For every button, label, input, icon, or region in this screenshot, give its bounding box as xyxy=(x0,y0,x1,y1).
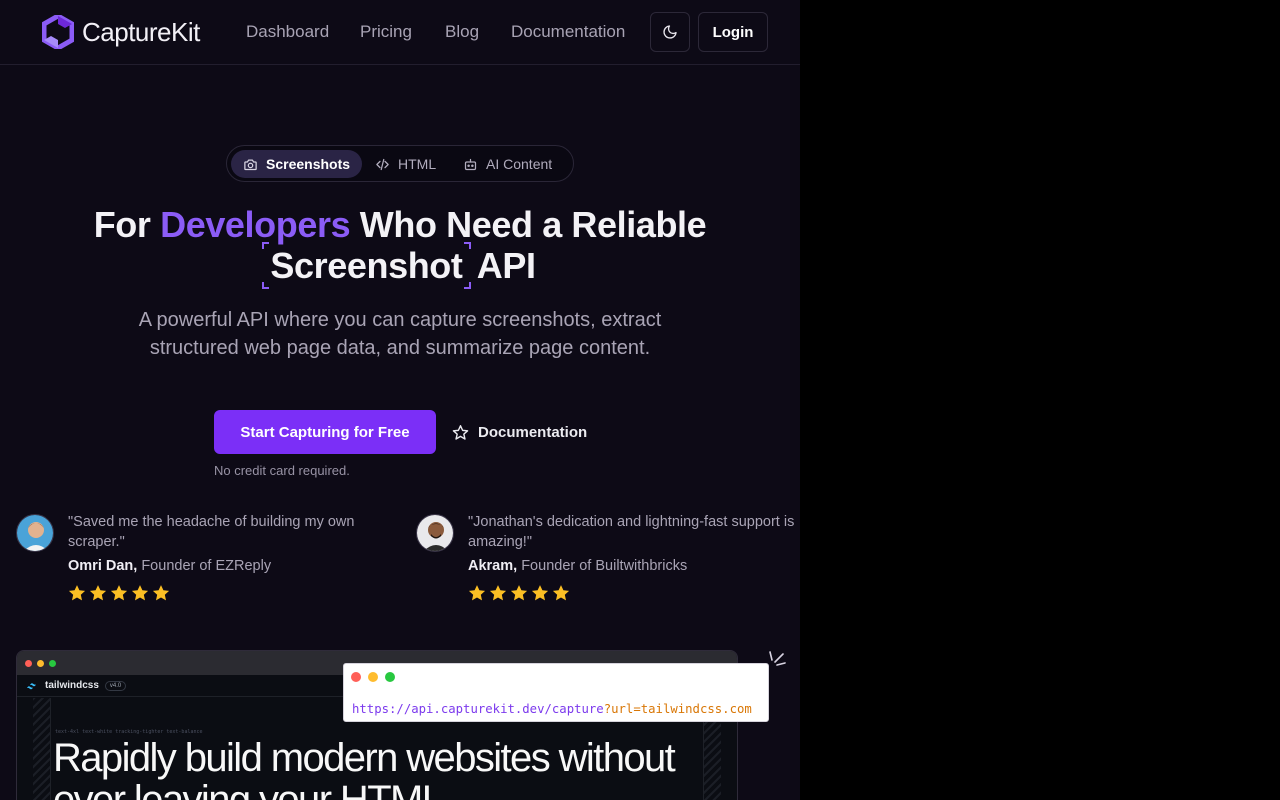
preview-tiny-text: text-4xl text-white tracking-tighter tex… xyxy=(55,729,203,735)
rating-stars xyxy=(468,584,570,602)
headline-text: Who Need a Reliable xyxy=(350,204,707,245)
camera-icon xyxy=(244,159,257,170)
code-icon xyxy=(376,158,389,170)
top-navbar: CaptureKit Dashboard Pricing Blog Docume… xyxy=(0,0,800,65)
bracket-corner xyxy=(262,242,270,249)
headline-text: API xyxy=(468,245,536,286)
star-icon xyxy=(110,585,128,601)
tailwind-logo-icon xyxy=(27,682,36,689)
nav-link-pricing[interactable]: Pricing xyxy=(360,22,412,42)
nav-link-documentation[interactable]: Documentation xyxy=(511,22,625,42)
hero-subtitle: A powerful API where you can capture scr… xyxy=(138,309,662,359)
page: CaptureKit Dashboard Pricing Blog Docume… xyxy=(0,0,800,800)
avatar-image xyxy=(17,515,53,551)
avatar xyxy=(416,514,454,552)
star-icon xyxy=(152,585,170,601)
rating-stars xyxy=(68,584,170,602)
window-close-dot xyxy=(351,672,361,682)
api-url-card: https://api.capturekit.dev/capture?url=t… xyxy=(343,663,769,722)
author-role: Founder of Builtwithbricks xyxy=(521,558,688,574)
star-icon xyxy=(68,585,86,601)
preview-headline: Rapidly build modern websites without ev… xyxy=(53,736,676,800)
author-name: Akram, xyxy=(468,558,518,574)
headline-accent: Developers xyxy=(160,204,351,245)
api-url: https://api.capturekit.dev/capture?url=t… xyxy=(352,702,752,716)
theme-toggle-button[interactable] xyxy=(650,12,690,52)
testimonial-author: Akram, Founder of Builtwithbricks xyxy=(468,558,687,574)
bot-icon xyxy=(464,158,477,170)
star-icon xyxy=(531,585,549,601)
nav-link-blog[interactable]: Blog xyxy=(445,22,479,42)
testimonial-author: Omri Dan, Founder of EZReply xyxy=(68,558,271,574)
login-button[interactable]: Login xyxy=(698,12,768,52)
tab-html[interactable]: HTML xyxy=(363,150,448,178)
star-outline-icon xyxy=(452,424,469,440)
headline-bracketed-text: Screenshot xyxy=(270,245,463,286)
nav-link-dashboard[interactable]: Dashboard xyxy=(246,22,329,42)
bracket-corner xyxy=(463,242,471,249)
bracket-corner xyxy=(463,282,471,289)
tab-label: Screenshots xyxy=(266,156,351,172)
star-icon xyxy=(89,585,107,601)
headline-text: For xyxy=(93,204,161,245)
api-url-base: https://api.capturekit.dev/capture xyxy=(352,702,604,716)
star-icon xyxy=(468,585,486,601)
testimonial-quote: "Jonathan's dedication and lightning-fas… xyxy=(468,514,795,550)
star-icon xyxy=(510,585,528,601)
preview-version-badge: v4.0 xyxy=(104,680,127,691)
avatar xyxy=(16,514,54,552)
star-icon xyxy=(131,585,149,601)
documentation-link[interactable]: Documentation xyxy=(452,410,587,454)
author-name: Omri Dan, xyxy=(68,558,138,574)
moon-icon xyxy=(663,25,677,39)
tab-label: HTML xyxy=(398,156,437,172)
tab-ai-content[interactable]: AI Content xyxy=(451,150,564,178)
documentation-link-label: Documentation xyxy=(478,423,588,441)
brand-logo[interactable]: CaptureKit xyxy=(42,15,200,49)
api-url-query: ?url=tailwindcss.com xyxy=(603,702,752,716)
avatar-image xyxy=(417,515,453,551)
tab-label: AI Content xyxy=(486,156,553,172)
capturekit-logo-icon xyxy=(42,15,74,49)
preview-stripe-left xyxy=(33,698,51,800)
start-capturing-button[interactable]: Start Capturing for Free xyxy=(214,410,436,454)
window-close-dot xyxy=(25,659,32,667)
no-credit-card-note: No credit card required. xyxy=(214,463,350,478)
url-card-dots xyxy=(351,672,395,682)
tab-screenshots[interactable]: Screenshots xyxy=(231,150,363,178)
brand-name: CaptureKit xyxy=(82,16,200,47)
product-tabs: Screenshots HTML AI Content xyxy=(226,145,574,182)
bracket-corner xyxy=(262,282,270,289)
author-role: Founder of EZReply xyxy=(141,558,272,574)
headline-bracketed-word: Screenshot xyxy=(262,242,471,289)
star-icon xyxy=(489,585,507,601)
window-minimize-dot xyxy=(37,659,44,667)
star-icon xyxy=(552,585,570,601)
hero-headline: For Developers Who Need a Reliable Scree… xyxy=(0,204,800,289)
window-maximize-dot xyxy=(49,659,56,667)
window-minimize-dot xyxy=(368,672,378,682)
sparkle-icon xyxy=(769,651,786,666)
window-maximize-dot xyxy=(385,672,395,682)
preview-site-name: tailwindcss xyxy=(45,680,99,691)
testimonial-quote: "Saved me the headache of building my ow… xyxy=(68,514,355,550)
